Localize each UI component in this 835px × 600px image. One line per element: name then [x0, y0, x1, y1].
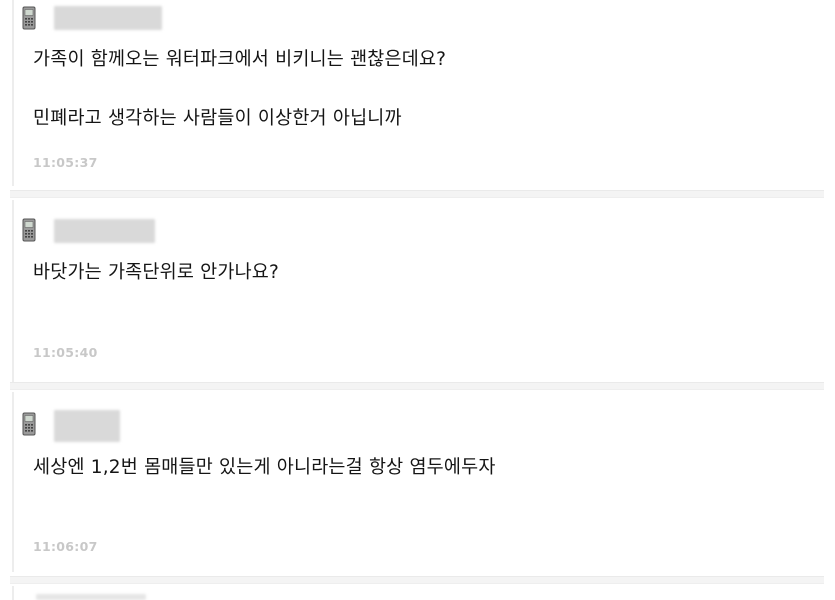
- comment-item: [12, 392, 824, 572]
- comment-timestamp: 11:05:40: [33, 345, 98, 360]
- author-name-redacted: [36, 594, 146, 600]
- comment-divider: [10, 382, 824, 390]
- mobile-phone-icon: [22, 218, 36, 242]
- comment-text-line: 가족이 함께오는 워터파크에서 비키니는 괜찮은데요?: [33, 49, 447, 70]
- mobile-phone-icon: [22, 412, 36, 436]
- comment-thread: 가족이 함께오는 워터파크에서 비키니는 괜찮은데요? 민폐라고 생각하는 사람…: [0, 0, 835, 600]
- comment-text-line: 세상엔 1,2번 몸매들만 있는게 아니라는걸 항상 염두에두자: [33, 457, 496, 478]
- comment-text-line: 바닷가는 가족단위로 안가나요?: [33, 262, 280, 283]
- comment-divider: [10, 190, 824, 198]
- comment-divider: [10, 576, 824, 584]
- comment-timestamp: 11:06:07: [33, 539, 98, 554]
- mobile-phone-icon: [22, 6, 36, 30]
- comment-text-line: 민폐라고 생각하는 사람들이 이상한거 아닙니까: [33, 108, 402, 129]
- author-name-redacted: [54, 410, 120, 442]
- author-name-redacted: [54, 6, 162, 30]
- comment-timestamp: 11:05:37: [33, 155, 98, 170]
- author-name-redacted: [54, 219, 155, 243]
